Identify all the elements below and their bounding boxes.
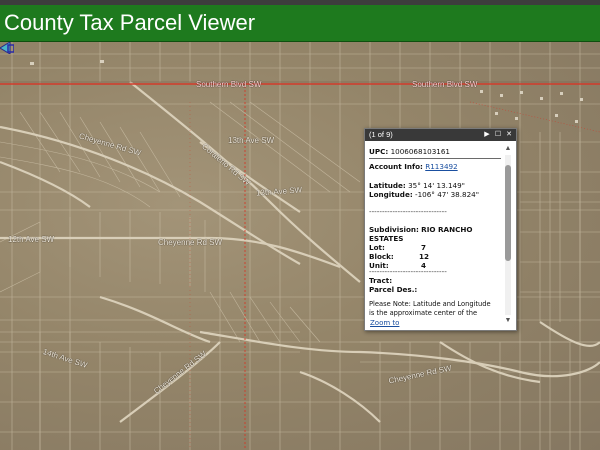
dashed-divider: ------------------------------ <box>369 207 447 216</box>
divider <box>369 158 501 159</box>
subdivision-row: Subdivision: RIO RANCHO <box>369 225 473 234</box>
popup-content: UPC: 1006068103161 Account Info: R113492… <box>369 145 501 321</box>
close-icon[interactable]: ✕ <box>504 129 514 141</box>
street-label: Southern Blvd SW <box>196 80 262 89</box>
subdivision-label: Subdivision: <box>369 225 419 234</box>
upc-row: UPC: 1006068103161 <box>369 147 450 156</box>
latitude-label: Latitude: <box>369 181 406 190</box>
block-label: Block: <box>369 252 394 261</box>
subdivision-value: RIO RANCHO <box>421 225 473 234</box>
tract-row: Tract: <box>369 276 392 285</box>
account-link[interactable]: R113492 <box>425 162 457 171</box>
account-row: Account Info: R113492 <box>369 162 458 171</box>
lot-label: Lot: <box>369 243 385 252</box>
app-window: County Tax Parcel Viewer Southern Blvd S… <box>0 0 600 450</box>
next-result-icon[interactable]: ▶ <box>482 129 492 141</box>
block-row: Block: 12 <box>369 252 429 261</box>
street-label: 13th Ave SW <box>228 136 275 145</box>
longitude-label: Longitude: <box>369 190 413 199</box>
selected-parcel-marker <box>0 42 14 54</box>
note-line-1: Please Note: Latitude and Longitude <box>369 300 491 308</box>
upc-value: 1006068103161 <box>390 147 451 156</box>
scroll-down-icon[interactable]: ▼ <box>504 317 512 325</box>
note-line-2: is the approximate center of the <box>369 309 478 317</box>
zoom-to-link[interactable]: Zoom to <box>370 319 399 327</box>
parcel-info-popup[interactable]: (1 of 9) ▶ ☐ ✕ UPC: 1006068103161 Accoun… <box>364 128 517 331</box>
subdivision-value-2: ESTATES <box>369 234 404 243</box>
street-label: Southern Blvd SW <box>412 80 478 89</box>
parcel-des-label: Parcel Des.: <box>369 285 418 294</box>
upc-label: UPC: <box>369 147 389 156</box>
app-title: County Tax Parcel Viewer <box>4 10 256 35</box>
lot-value: 7 <box>421 243 427 252</box>
longitude-value: -106° 47' 38.824" <box>415 190 480 199</box>
dashed-divider: ------------------------------ <box>369 267 447 276</box>
account-label: Account Info: <box>369 162 423 171</box>
block-value: 12 <box>419 252 430 261</box>
subdivision-row-2: ESTATES <box>369 234 403 243</box>
latitude-value: 35° 14' 13.149" <box>408 181 465 190</box>
lot-row: Lot: 7 <box>369 243 426 252</box>
maximize-icon[interactable]: ☐ <box>493 129 503 141</box>
popup-scrollbar[interactable]: ▲ ▼ <box>503 143 513 327</box>
result-count: (1 of 9) <box>369 130 393 139</box>
latitude-row: Latitude: 35° 14' 13.149" <box>369 181 465 190</box>
street-label: Cheyenne Rd SW <box>158 238 223 247</box>
tract-label: Tract: <box>369 276 393 285</box>
longitude-row: Longitude: -106° 47' 38.824" <box>369 190 479 199</box>
popup-header: (1 of 9) ▶ ☐ ✕ <box>365 129 516 141</box>
scroll-up-icon[interactable]: ▲ <box>504 145 512 153</box>
parcel-des-row: Parcel Des.: <box>369 285 417 294</box>
title-bar: County Tax Parcel Viewer <box>0 5 600 42</box>
scroll-thumb[interactable] <box>505 165 511 261</box>
building-dots <box>30 60 583 123</box>
street-label: 12th Ave SW <box>8 235 55 244</box>
